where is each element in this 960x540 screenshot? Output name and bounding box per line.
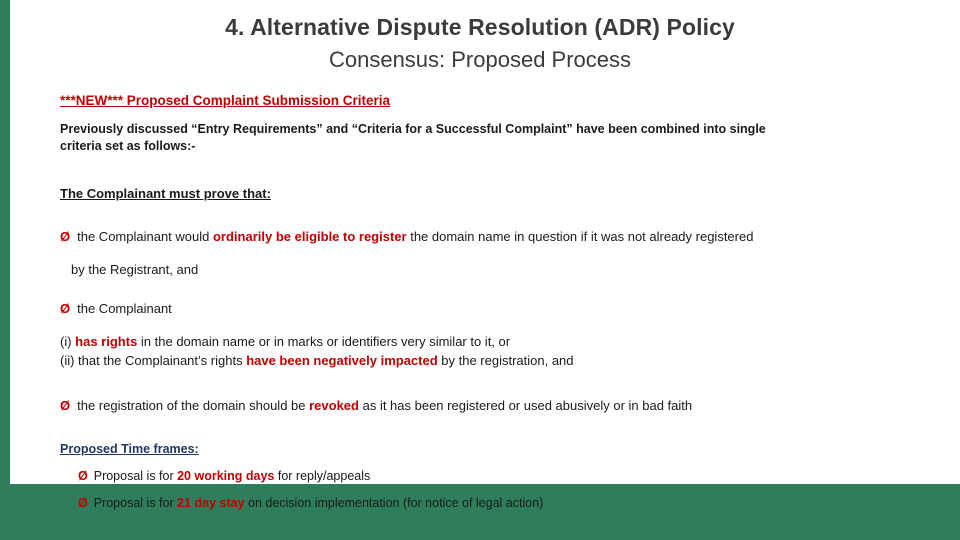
clause-i-emphasis: has rights: [75, 334, 138, 349]
bullet-text-emphasis: revoked: [309, 398, 359, 413]
intro-paragraph-line2: criteria set as follows:-: [60, 139, 196, 153]
timeframe-item-reply-appeals: Ø Proposal is for 20 working days for re…: [78, 468, 920, 485]
clause-i-post: in the domain name or in marks or identi…: [137, 334, 511, 349]
bullet-the-complainant: Ø the Complainant: [60, 299, 920, 318]
timeframes-heading: Proposed Time frames:: [60, 442, 199, 456]
intro-paragraph-line1: Previously discussed “Entry Requirements…: [60, 122, 766, 136]
timeframe-text: Proposal is for 21 day stay on decision …: [94, 495, 544, 512]
bullet-text-post: the domain name in question if it was no…: [406, 229, 754, 244]
clause-i-pre: (i): [60, 334, 76, 349]
bullet-text-post: as it has been registered or used abusiv…: [358, 398, 693, 413]
bullet-eligible-to-register: Ø the Complainant would ordinarily be el…: [60, 227, 920, 246]
bullet-text: the Complainant: [77, 301, 172, 316]
bullet-arrow-icon: Ø: [60, 229, 71, 244]
intro-paragraph: Previously discussed “Entry Requirements…: [60, 121, 920, 155]
bullet-text: the Complainant would ordinarily be elig…: [77, 227, 920, 246]
slide: 4. Alternative Dispute Resolution (ADR) …: [0, 0, 960, 540]
bullet-arrow-icon: Ø: [60, 398, 71, 413]
bullet-text-pre: the registration of the domain should be: [77, 398, 310, 413]
new-criteria-heading: ***NEW*** Proposed Complaint Submission …: [60, 93, 391, 108]
bullet-text: the registration of the domain should be…: [77, 396, 920, 415]
clause-ii-emphasis: have been negatively impacted: [246, 353, 438, 368]
page-subtitle: Consensus: Proposed Process: [328, 47, 632, 72]
bullet-revoked: Ø the registration of the domain should …: [60, 396, 920, 415]
clause-ii-post: by the registration, and: [437, 353, 574, 368]
bullet-arrow-icon: Ø: [78, 469, 88, 483]
timeframe-text: Proposal is for 20 working days for repl…: [94, 468, 371, 485]
timeframe-text-pre: Proposal is for: [93, 469, 178, 483]
timeframe-text-post: for reply/appeals: [274, 469, 371, 483]
page-title: 4. Alternative Dispute Resolution (ADR) …: [225, 14, 735, 40]
clause-i: (i) has rights in the domain name or in …: [60, 332, 920, 351]
timeframe-text-emphasis: 20 working days: [177, 469, 275, 483]
clause-ii: (ii) that the Complainant’s rights have …: [60, 351, 920, 370]
slide-title-block: 4. Alternative Dispute Resolution (ADR) …: [0, 12, 960, 75]
bullet-text-pre: the Complainant would: [77, 229, 213, 244]
slide-body: ***NEW*** Proposed Complaint Submission …: [60, 92, 920, 512]
clause-ii-pre: (ii) that the Complainant’s rights: [60, 353, 247, 368]
timeframe-text-pre: Proposal is for: [93, 496, 178, 510]
timeframe-text-emphasis: 21 day stay: [177, 496, 245, 510]
left-accent-bar: [0, 0, 10, 540]
bullet-arrow-icon: Ø: [78, 496, 88, 510]
timeframe-item-decision-stay: Ø Proposal is for 21 day stay on decisio…: [78, 495, 920, 512]
continuation-line: by the Registrant, and: [71, 262, 199, 277]
must-prove-heading: The Complainant must prove that:: [60, 186, 271, 201]
timeframe-text-post: on decision implementation (for notice o…: [244, 496, 544, 510]
bullet-arrow-icon: Ø: [60, 301, 71, 316]
bullet-text-emphasis: ordinarily be eligible to register: [212, 229, 407, 244]
